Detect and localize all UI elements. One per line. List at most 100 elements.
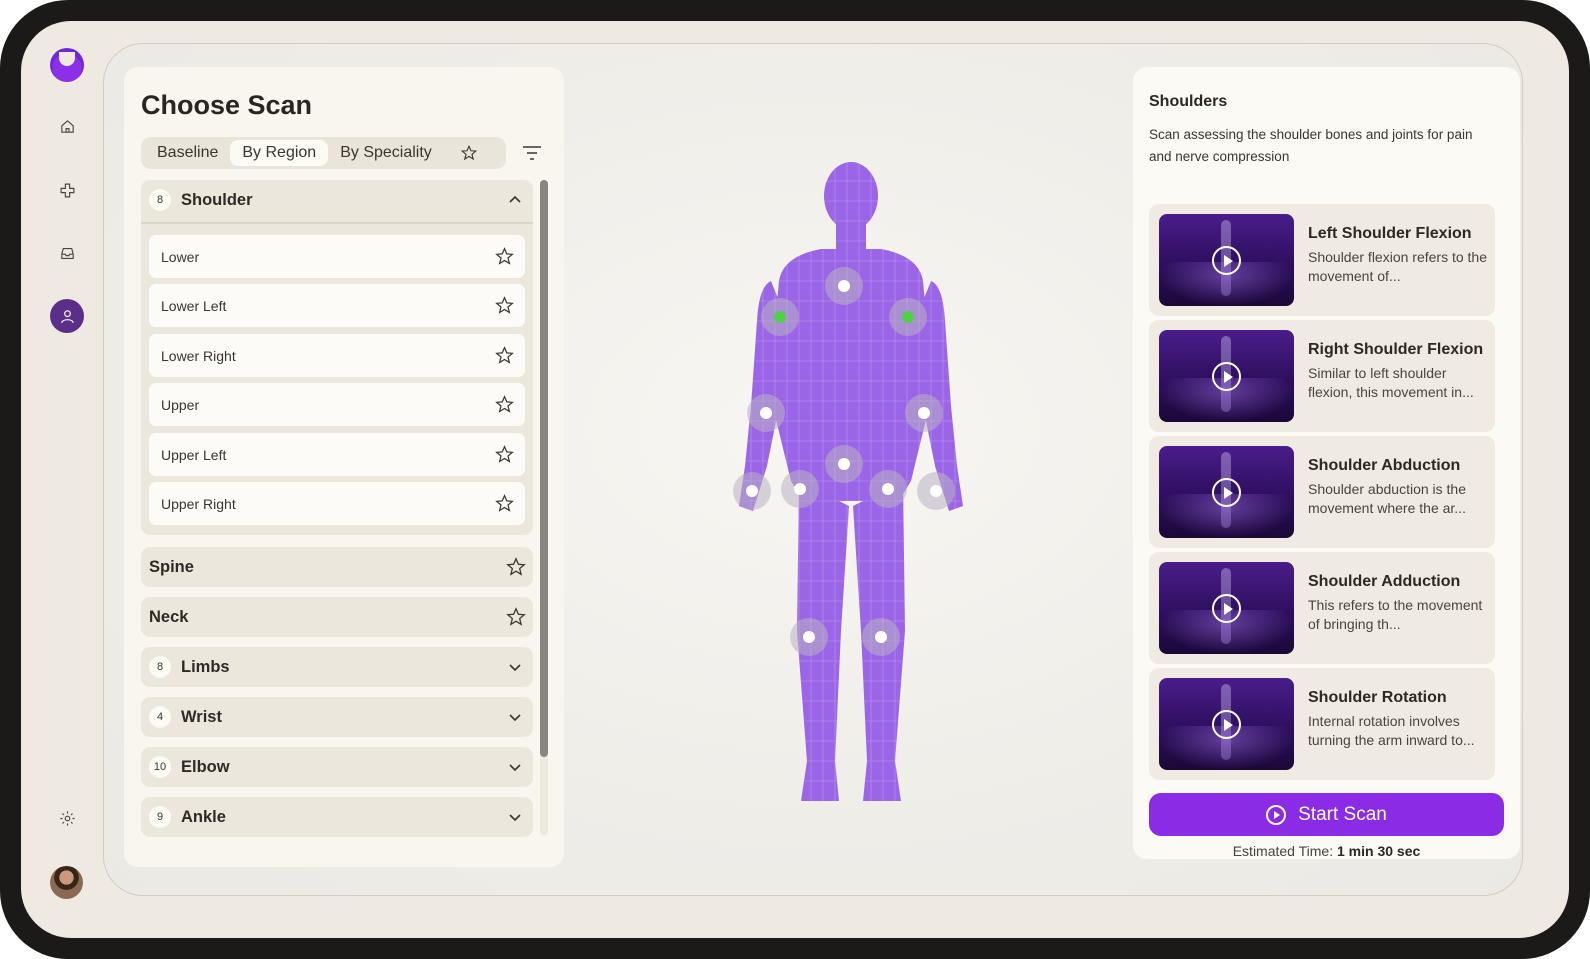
region-header-spine[interactable]: Spine xyxy=(141,547,533,587)
region-group-limbs[interactable]: 8 Limbs xyxy=(141,647,533,687)
region-header-neck[interactable]: Neck xyxy=(141,597,533,637)
region-header-ankle[interactable]: 9 Ankle xyxy=(141,797,533,837)
region-group-neck[interactable]: Neck xyxy=(141,597,533,637)
joint-left-knee[interactable] xyxy=(790,618,828,656)
exercise-title: Shoulder Rotation xyxy=(1308,689,1447,706)
list-item[interactable]: Lower xyxy=(149,235,525,278)
region-header-limbs[interactable]: 8 Limbs xyxy=(141,647,533,687)
item-label: Upper Right xyxy=(161,495,236,512)
start-scan-button[interactable]: Start Scan xyxy=(1149,793,1504,836)
exercise-description: This refers to the movement of bringing … xyxy=(1308,597,1483,632)
item-label: Upper Left xyxy=(161,446,227,463)
region-header-shoulder[interactable]: 8 Shoulder xyxy=(141,180,533,220)
joint-right-knee[interactable] xyxy=(862,618,900,656)
star-icon[interactable] xyxy=(494,345,515,366)
exercise-card[interactable]: Shoulder Adduction This refers to the mo… xyxy=(1149,552,1495,664)
detail-description: Scan assessing the shoulder bones and jo… xyxy=(1149,127,1473,164)
chevron-down-icon[interactable] xyxy=(507,709,523,725)
app-screen: Choose Scan Baseline By Region By Specia… xyxy=(21,21,1569,938)
exercise-card[interactable]: Left Shoulder Flexion Shoulder flexion r… xyxy=(1149,204,1495,316)
count-badge: 8 xyxy=(149,189,171,211)
video-thumbnail[interactable] xyxy=(1159,330,1294,422)
play-icon[interactable] xyxy=(1212,710,1241,739)
joint-left-shoulder[interactable] xyxy=(761,298,799,336)
avatar[interactable] xyxy=(50,866,83,899)
video-thumbnail[interactable] xyxy=(1159,562,1294,654)
list-item[interactable]: Upper xyxy=(149,383,525,426)
joint-right-wrist[interactable] xyxy=(917,472,955,510)
star-icon[interactable] xyxy=(494,493,515,514)
scrollbar[interactable] xyxy=(540,180,548,835)
tab-baseline[interactable]: Baseline xyxy=(145,140,230,166)
star-icon[interactable] xyxy=(494,295,515,316)
region-name: Shoulder xyxy=(181,190,253,209)
list-item[interactable]: Lower Left xyxy=(149,284,525,327)
play-icon[interactable] xyxy=(1212,478,1241,507)
region-group-wrist[interactable]: 4 Wrist xyxy=(141,697,533,737)
favorites-star-icon[interactable] xyxy=(458,142,480,164)
detail-title: Shoulders xyxy=(1149,93,1228,110)
list-item[interactable]: Lower Right xyxy=(149,334,525,377)
joint-left-wrist[interactable] xyxy=(733,472,771,510)
tab-by-speciality[interactable]: By Speciality xyxy=(328,140,444,166)
play-icon[interactable] xyxy=(1212,246,1241,275)
body-map xyxy=(671,161,1031,821)
play-icon[interactable] xyxy=(1212,362,1241,391)
joint-spine[interactable] xyxy=(825,445,863,483)
body-figure xyxy=(733,162,963,801)
region-name: Neck xyxy=(149,607,189,626)
list-item[interactable]: Upper Right xyxy=(149,482,525,525)
estimated-time-label: Estimated Time: xyxy=(1232,843,1337,859)
video-thumbnail[interactable] xyxy=(1159,678,1294,770)
region-name: Limbs xyxy=(181,657,230,676)
chevron-down-icon[interactable] xyxy=(507,809,523,825)
gear-icon[interactable] xyxy=(50,801,84,835)
count-badge: 4 xyxy=(149,706,171,728)
brand-logo-icon[interactable] xyxy=(50,48,84,82)
exercise-title: Shoulder Abduction xyxy=(1308,457,1461,474)
video-thumbnail[interactable] xyxy=(1159,446,1294,538)
exercise-card[interactable]: Shoulder Rotation Internal rotation invo… xyxy=(1149,668,1495,780)
region-name: Spine xyxy=(149,557,194,576)
region-name: Wrist xyxy=(181,707,222,726)
inbox-icon[interactable] xyxy=(50,236,84,270)
region-group-ankle[interactable]: 9 Ankle xyxy=(141,797,533,837)
chevron-down-icon[interactable] xyxy=(507,759,523,775)
star-icon[interactable] xyxy=(494,394,515,415)
joint-right-elbow[interactable] xyxy=(905,394,943,432)
user-icon[interactable] xyxy=(50,299,84,333)
region-header-wrist[interactable]: 4 Wrist xyxy=(141,697,533,737)
count-badge: 10 xyxy=(149,756,171,778)
count-badge: 8 xyxy=(149,656,171,678)
play-circle-icon xyxy=(1266,804,1287,825)
item-label: Lower Left xyxy=(161,297,227,314)
filter-icon[interactable] xyxy=(521,143,543,163)
region-header-elbow[interactable]: 10 Elbow xyxy=(141,747,533,787)
joint-right-hip[interactable] xyxy=(869,470,907,508)
medical-cross-icon[interactable] xyxy=(50,173,84,207)
joint-neck[interactable] xyxy=(825,267,863,305)
choose-scan-panel: Choose Scan Baseline By Region By Specia… xyxy=(124,67,564,867)
star-icon[interactable] xyxy=(494,246,515,267)
region-group-shoulder: 8 Shoulder Lower Lower Left Lower Right xyxy=(141,180,533,535)
list-item[interactable]: Upper Left xyxy=(149,433,525,476)
exercise-card[interactable]: Shoulder Abduction Shoulder abduction is… xyxy=(1149,436,1495,548)
chevron-down-icon[interactable] xyxy=(507,659,523,675)
exercise-description: Similar to left shoulder flexion, this m… xyxy=(1308,365,1474,400)
joint-left-hip[interactable] xyxy=(781,470,819,508)
star-icon[interactable] xyxy=(505,556,527,578)
video-thumbnail[interactable] xyxy=(1159,214,1294,306)
joint-right-shoulder[interactable] xyxy=(889,298,927,336)
home-icon[interactable] xyxy=(50,109,84,143)
play-icon[interactable] xyxy=(1212,594,1241,623)
joint-left-elbow[interactable] xyxy=(747,394,785,432)
region-group-spine[interactable]: Spine xyxy=(141,547,533,587)
star-icon[interactable] xyxy=(505,606,527,628)
scroll-thumb[interactable] xyxy=(540,180,548,757)
chevron-up-icon[interactable] xyxy=(507,192,523,208)
region-group-elbow[interactable]: 10 Elbow xyxy=(141,747,533,787)
count-badge: 9 xyxy=(149,806,171,828)
exercise-card[interactable]: Right Shoulder Flexion Similar to left s… xyxy=(1149,320,1495,432)
star-icon[interactable] xyxy=(494,444,515,465)
tab-by-region[interactable]: By Region xyxy=(230,140,329,166)
